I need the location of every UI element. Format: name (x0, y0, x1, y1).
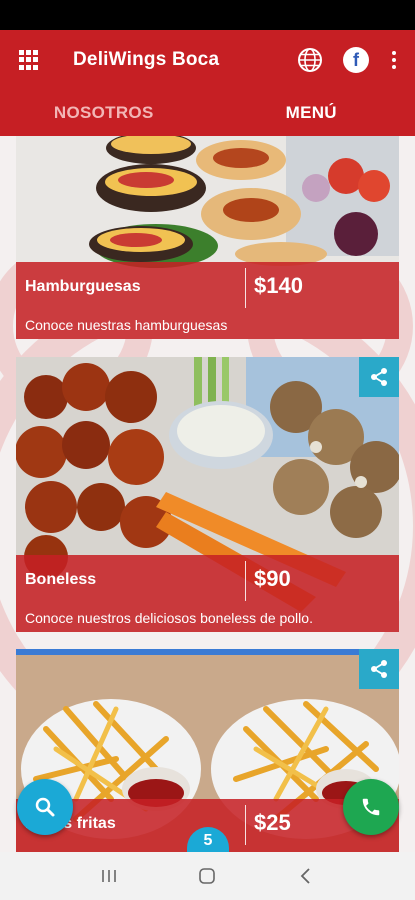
card-info-bar: Boneless $90 Conoce nuestros deliciosos … (16, 555, 399, 632)
item-price: $90 (254, 566, 291, 591)
grid-menu-icon[interactable] (19, 50, 39, 70)
item-name: Boneless (25, 571, 97, 588)
menu-card-boneless[interactable]: Boneless $90 Conoce nuestros deliciosos … (16, 357, 399, 632)
status-bar (0, 0, 415, 30)
search-icon (35, 797, 55, 817)
facebook-letter: f (353, 49, 359, 70)
more-vert-icon[interactable] (391, 51, 397, 69)
home-icon (199, 868, 216, 884)
share-button[interactable] (359, 649, 399, 689)
divider (245, 561, 246, 601)
home-button[interactable] (187, 861, 227, 891)
share-icon (371, 368, 387, 386)
call-button[interactable] (343, 779, 399, 835)
facebook-icon[interactable]: f (343, 47, 369, 73)
divider (245, 268, 246, 308)
item-description: Conoce nuestras hamburguesas (25, 317, 228, 333)
card-info-bar: Hamburguesas $140 Conoce nuestras hambur… (16, 262, 399, 339)
item-description: Conoce nuestros deliciosos boneless de p… (25, 610, 313, 626)
menu-card-hamburguesas[interactable]: Hamburguesas $140 Conoce nuestras hambur… (16, 136, 399, 339)
share-icon (371, 660, 387, 678)
item-price: $25 (254, 810, 291, 835)
divider (245, 805, 246, 845)
tab-bar: NOSOTROS MENÚ (0, 90, 415, 136)
globe-icon[interactable] (297, 47, 323, 73)
recents-icon (102, 870, 116, 882)
back-button[interactable] (286, 861, 326, 891)
search-button[interactable] (17, 779, 73, 835)
phone-icon (362, 798, 380, 816)
item-price: $140 (254, 273, 303, 298)
back-icon (300, 868, 310, 884)
recents-button[interactable] (89, 861, 129, 891)
tab-nosotros[interactable]: NOSOTROS (0, 90, 208, 136)
app-bar: DeliWings Boca f (0, 30, 415, 90)
system-nav-bar (0, 852, 415, 900)
menu-card-papas-fritas[interactable]: Papas fritas $25 (16, 649, 399, 852)
tab-menu[interactable]: MENÚ (208, 90, 415, 136)
app-title: DeliWings Boca (73, 49, 220, 70)
menu-list[interactable]: Hamburguesas $140 Conoce nuestras hambur… (0, 136, 415, 852)
share-button[interactable] (359, 357, 399, 397)
item-name: Hamburguesas (25, 278, 141, 295)
